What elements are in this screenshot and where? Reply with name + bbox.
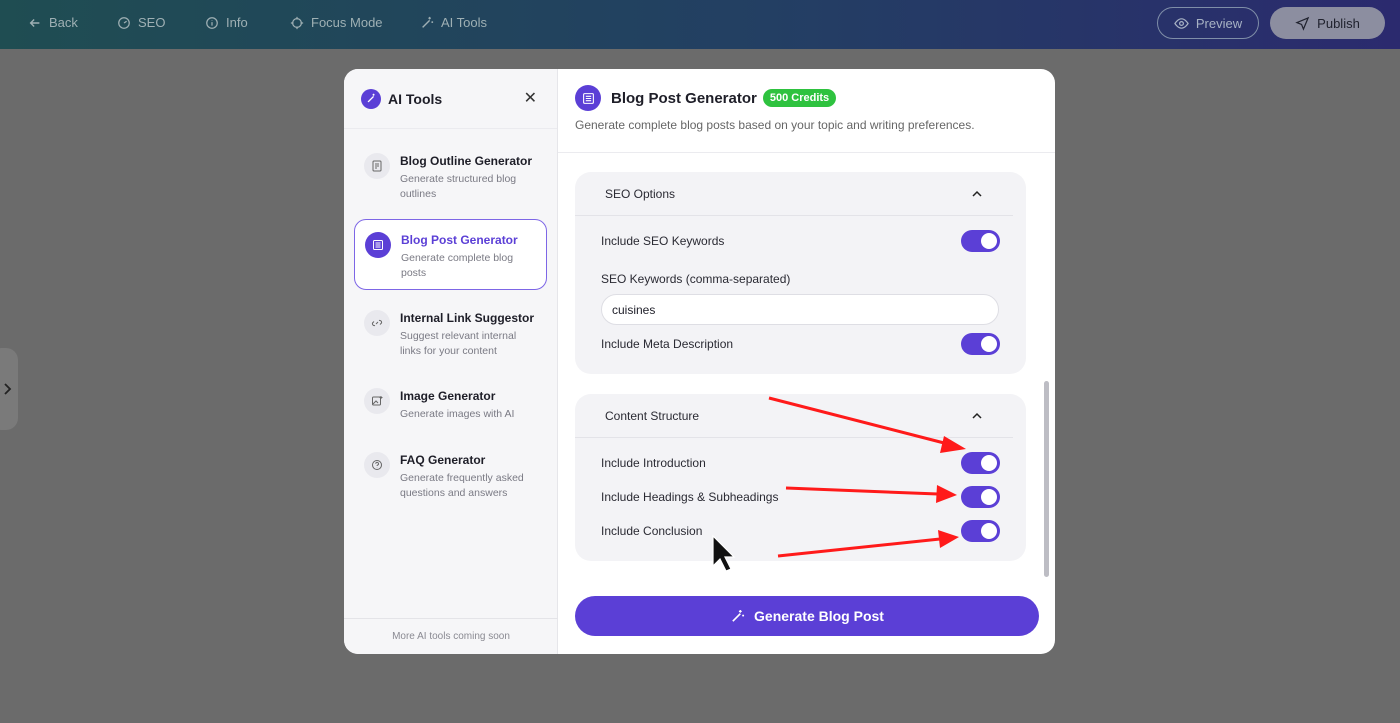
back-button[interactable]: Back (28, 15, 78, 30)
publish-button[interactable]: Publish (1270, 7, 1385, 39)
tool-image-generator[interactable]: Image Generator Generate images with AI (354, 376, 547, 426)
article-icon (575, 85, 601, 111)
preview-button[interactable]: Preview (1157, 7, 1259, 39)
tool-name: Blog Post Generator (401, 233, 518, 247)
include-meta-description-toggle[interactable] (961, 333, 1000, 355)
tool-internal-link-suggestor[interactable]: Internal Link Suggestor Suggest relevant… (354, 298, 547, 366)
generate-label: Generate Blog Post (754, 608, 884, 624)
ai-tools-button[interactable]: AI Tools (420, 15, 487, 30)
include-seo-keywords-toggle[interactable] (961, 230, 1000, 252)
link-icon (364, 310, 390, 336)
tool-description: Generate images with AI (400, 408, 515, 420)
tools-sidebar: AI Tools ✕ Blog Outline Generator Genera… (344, 69, 558, 654)
credits-badge: 500 Credits (762, 89, 837, 107)
section-title: Content Structure (605, 408, 700, 423)
document-icon (364, 153, 390, 179)
row-label: Include Conclusion (601, 524, 703, 538)
tool-name: Blog Outline Generator (400, 154, 533, 168)
tool-name: Image Generator (400, 389, 496, 403)
tool-description: Generate complete blog posts (401, 252, 514, 279)
generate-blog-post-button[interactable]: Generate Blog Post (575, 596, 1039, 636)
top-toolbar: Back SEO Info Focus Mode AI Tools Previe… (0, 0, 1400, 49)
article-icon (365, 232, 391, 258)
crosshair-icon (290, 16, 304, 29)
arrow-left-icon (29, 18, 40, 27)
include-introduction-row: Include Introduction (601, 452, 1000, 474)
seo-options-section: SEO Options Include SEO Keywords SEO Key… (575, 172, 1026, 374)
seo-label: SEO (138, 15, 166, 30)
include-conclusion-toggle[interactable] (961, 520, 1000, 542)
content-structure-section: Content Structure Include Introduction I… (575, 394, 1026, 561)
include-introduction-toggle[interactable] (961, 452, 1000, 474)
close-icon[interactable]: ✕ (524, 88, 537, 108)
seo-button[interactable]: SEO (117, 15, 165, 30)
seo-keywords-label: SEO Keywords (comma-separated) (601, 272, 791, 286)
row-label: Include Introduction (601, 456, 706, 470)
info-icon (206, 16, 218, 29)
panel-subtitle: Generate complete blog posts based on yo… (575, 118, 975, 132)
row-label: Include Meta Description (601, 337, 734, 351)
info-button[interactable]: Info (205, 15, 248, 30)
magic-wand-icon (732, 609, 745, 622)
tool-name: Internal Link Suggestor (400, 311, 535, 325)
focus-mode-button[interactable]: Focus Mode (290, 15, 383, 30)
panel-title: Blog Post Generator (611, 89, 757, 107)
expand-panel-handle[interactable] (0, 348, 18, 430)
row-label: Include Headings & Subheadings (601, 490, 779, 504)
magic-wand-icon (361, 88, 381, 109)
seo-keywords-input[interactable]: cuisines (601, 294, 999, 325)
ai-tools-modal: AI Tools ✕ Blog Outline Generator Genera… (344, 69, 1055, 654)
include-headings-toggle[interactable] (961, 486, 1000, 508)
tool-description: Generate structured blog outlines (400, 173, 517, 200)
content-structure-header[interactable]: Content Structure (575, 394, 1013, 438)
back-label: Back (49, 15, 78, 30)
tool-blog-post-generator[interactable]: Blog Post Generator Generate complete bl… (354, 219, 547, 290)
row-label: Include SEO Keywords (601, 234, 725, 248)
image-icon (364, 388, 390, 414)
ai-tools-label: AI Tools (441, 15, 488, 30)
tool-blog-outline-generator[interactable]: Blog Outline Generator Generate structur… (354, 141, 547, 209)
magic-wand-icon (422, 16, 434, 28)
focus-mode-label: Focus Mode (311, 15, 383, 30)
seo-options-header[interactable]: SEO Options (575, 172, 1013, 216)
section-title: SEO Options (605, 186, 676, 201)
eye-icon (1174, 17, 1189, 29)
tool-description: Generate frequently asked questions and … (400, 472, 524, 499)
tool-faq-generator[interactable]: FAQ Generator Generate frequently asked … (354, 440, 547, 508)
publish-label: Publish (1317, 15, 1360, 31)
tool-description: Suggest relevant internal links for your… (400, 330, 517, 357)
preview-label: Preview (1195, 15, 1243, 31)
chevron-right-icon (4, 383, 12, 395)
question-icon (364, 452, 390, 478)
chevron-up-icon[interactable] (971, 188, 983, 200)
generator-panel: Blog Post Generator 500 Credits Generate… (558, 69, 1055, 654)
sidebar-header: AI Tools ✕ (344, 69, 557, 129)
sidebar-title: AI Tools (388, 90, 443, 107)
include-conclusion-row: Include Conclusion (601, 520, 1000, 542)
panel-header: Blog Post Generator 500 Credits Generate… (558, 69, 1055, 153)
chevron-up-icon[interactable] (971, 410, 983, 422)
include-meta-description-row: Include Meta Description (601, 333, 1000, 355)
sidebar-footer-note: More AI tools coming soon (344, 618, 558, 654)
info-label: Info (226, 15, 248, 30)
include-seo-keywords-row: Include SEO Keywords (601, 230, 1000, 252)
gauge-icon (118, 16, 130, 29)
scrollbar-thumb[interactable] (1044, 381, 1049, 577)
tool-name: FAQ Generator (400, 453, 486, 467)
send-icon (1295, 16, 1310, 31)
include-headings-row: Include Headings & Subheadings (601, 486, 1000, 508)
